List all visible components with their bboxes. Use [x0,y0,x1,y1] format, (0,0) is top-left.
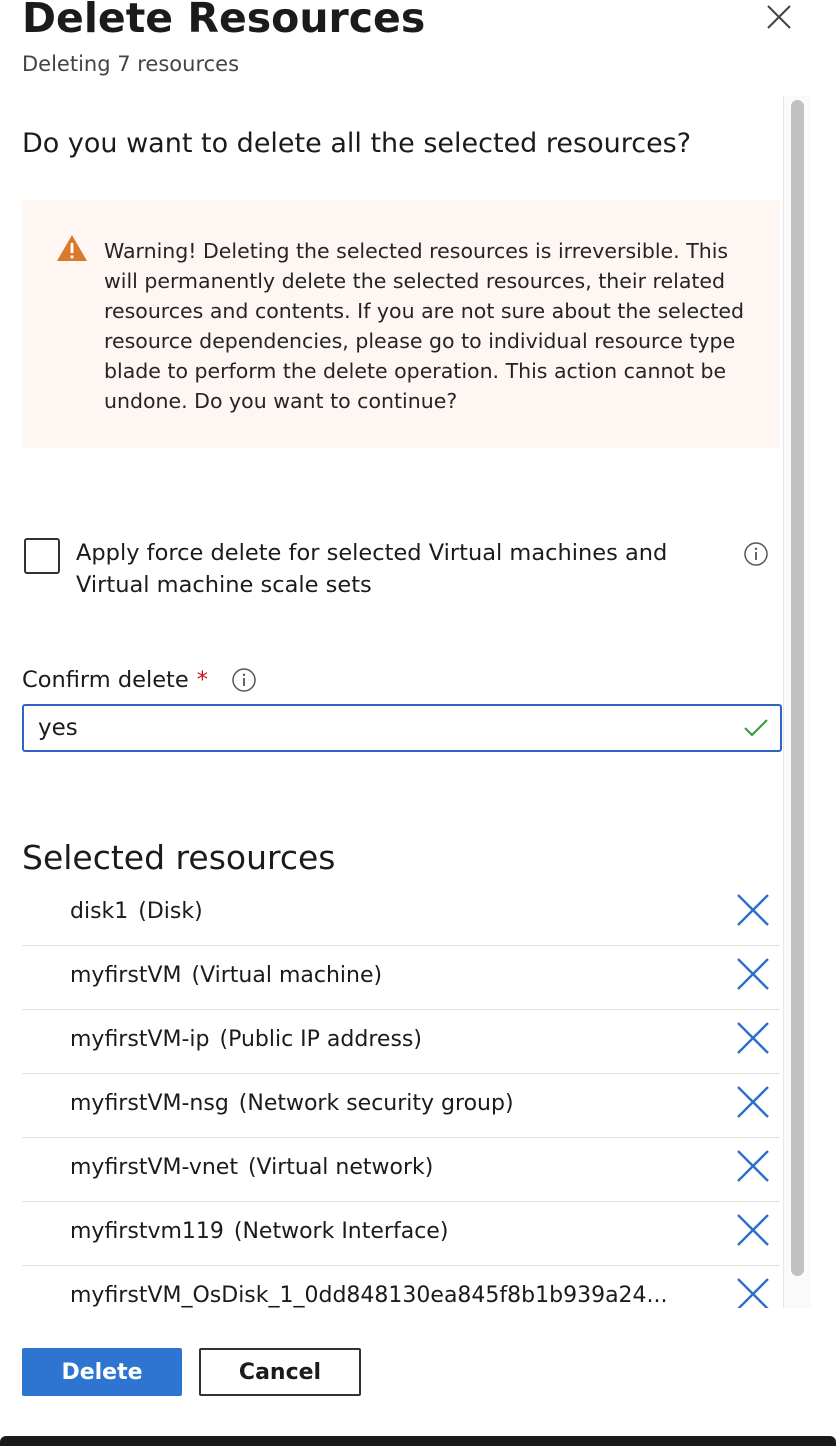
list-item: disk1 (Disk) [22,882,780,946]
panel-footer: Delete Cancel [0,1310,836,1446]
confirm-delete-label: Confirm delete * [22,664,208,696]
list-item: myfirstVM-nsg (Network security group) [22,1074,780,1138]
cancel-button[interactable]: Cancel [199,1348,361,1396]
scrollbar-thumb[interactable] [791,100,804,1276]
list-item: myfirstVM-ip (Public IP address) [22,1010,780,1074]
close-button[interactable] [760,0,800,36]
resource-type: (Disk) [138,899,203,924]
list-item: myfirstvm119 (Network Interface) [22,1202,780,1266]
list-item: myfirstVM_OsDisk_1_0dd848130ea845f8b1b93… [22,1266,780,1308]
confirm-delete-text: Confirm delete [22,667,189,693]
confirm-delete-field [22,704,782,752]
warning-banner: Warning! Deleting the selected resources… [22,200,780,448]
info-icon[interactable] [231,667,257,693]
resource-name: myfirstVM [70,963,182,988]
delete-question: Do you want to delete all the selected r… [22,128,692,159]
resource-name: myfirstVM-ip [70,1027,210,1052]
remove-x-icon[interactable] [736,1021,770,1055]
remove-x-icon[interactable] [736,1085,770,1119]
close-icon [767,5,791,29]
remove-x-icon[interactable] [736,893,770,927]
remove-x-icon[interactable] [736,1213,770,1247]
panel-subtitle: Deleting 7 resources [22,52,240,76]
resource-name: myfirstVM_OsDisk_1_0dd848130ea845f8b1b93… [70,1283,668,1308]
warning-triangle-icon [57,235,87,261]
force-delete-checkbox[interactable] [24,538,60,574]
remove-x-icon[interactable] [736,1277,770,1308]
resource-type: (Virtual machine) [191,963,383,988]
resource-type: (Network security group) [238,1091,514,1116]
info-icon[interactable] [743,541,769,567]
delete-resources-panel: Delete Resources Deleting 7 resources Do… [0,0,836,1446]
resource-name: disk1 [70,899,129,924]
remove-x-icon[interactable] [736,1149,770,1183]
resource-name: myfirstVM-vnet [70,1155,238,1180]
warning-text: Warning! Deleting the selected resources… [104,239,745,413]
remove-x-icon[interactable] [736,957,770,991]
window-bottom-edge [0,1436,836,1446]
panel-body: Do you want to delete all the selected r… [0,96,812,1308]
required-indicator: * [196,667,208,693]
delete-button[interactable]: Delete [22,1348,182,1396]
selected-resources-heading: Selected resources [22,838,336,877]
resource-type: (Public IP address) [219,1027,422,1052]
checkmark-icon [744,719,768,737]
resource-type: (Virtual network) [247,1155,434,1180]
selected-resources-list: disk1 (Disk) myfirstVM (Virtual machine) m… [22,882,780,1308]
resource-name: myfirstvm119 [70,1219,224,1244]
panel-title: Delete Resources [22,0,426,42]
resource-name: myfirstVM-nsg [70,1091,229,1116]
force-delete-label: Apply force delete for selected Virtual … [76,540,668,598]
vertical-scrollbar[interactable] [783,96,811,1308]
confirm-delete-input[interactable] [38,712,718,744]
list-item: myfirstVM-vnet (Virtual network) [22,1138,780,1202]
list-item: myfirstVM (Virtual machine) [22,946,780,1010]
resource-type: (Network Interface) [233,1219,449,1244]
